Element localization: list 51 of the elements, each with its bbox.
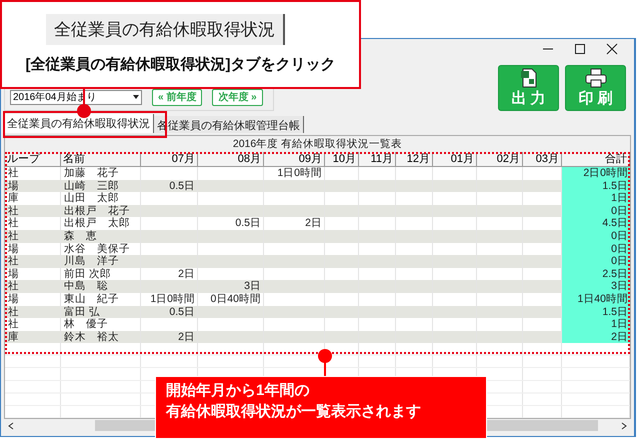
printer-icon — [584, 68, 606, 88]
table-cell: 森 恵 — [61, 230, 141, 244]
scroll-left-icon[interactable] — [7, 422, 15, 430]
table-cell: 社 — [5, 280, 61, 294]
table-cell: 庫 — [5, 330, 61, 344]
column-header[interactable]: 12月 — [396, 152, 433, 167]
column-header[interactable]: ループ — [5, 152, 61, 167]
column-header[interactable]: 01月 — [433, 152, 477, 167]
table-cell: 山崎 三郎 — [61, 180, 141, 194]
table-row[interactable]: 場 山崎 三郎 0.5日 1.5日 — [5, 180, 630, 192]
table-cell: 1日 — [562, 318, 630, 332]
table-cell: 鈴木 裕太 — [61, 330, 141, 344]
spreadsheet-file-icon — [520, 68, 538, 88]
callout-text: 有給休暇取得状況が一覧表示されます — [166, 402, 421, 421]
table-title: 2016年度 有給休暇取得状況一覧表 — [5, 136, 630, 152]
table-cell: 0.5日 — [141, 306, 198, 320]
table-cell: 1日 — [562, 192, 630, 206]
table-cell: 場 — [5, 180, 61, 194]
table-cell: 0日 — [562, 255, 630, 269]
table-cell: 2日 — [141, 330, 198, 344]
column-header[interactable]: 09月 — [264, 152, 325, 167]
table-row[interactable]: 社 富田 弘 0.5日 1.5日 — [5, 306, 630, 318]
table-row[interactable]: 社 森 恵 0日 — [5, 230, 630, 243]
table-cell: 社 — [5, 204, 61, 218]
tab-illustration: 全従業員の有給休暇取得状況 — [46, 14, 285, 45]
table-cell: 中島 聡 — [61, 280, 141, 294]
table-cell: 3日 — [562, 280, 630, 294]
table-cell: 川島 洋子 — [61, 255, 141, 269]
callout-text: [全従業員の有給休暇取得状況]タブをクリック — [26, 55, 336, 74]
table-cell: 4.5日 — [562, 217, 630, 231]
table-cell: 社 — [5, 255, 61, 269]
table-cell: 0日 — [562, 230, 630, 244]
column-header[interactable]: 名前 — [61, 152, 141, 167]
table-cell: 社 — [5, 306, 61, 320]
table-cell: 社 — [5, 230, 61, 244]
table-cell: 2日0時間 — [562, 167, 630, 181]
scroll-right-icon[interactable] — [620, 422, 628, 430]
table-cell: 3日 — [198, 280, 264, 294]
table-cell: 出根戸 花子 — [61, 204, 141, 218]
table-cell: 2日 — [562, 330, 630, 344]
table-row[interactable]: 庫 鈴木 裕太 2日 2日 — [5, 330, 630, 344]
close-icon[interactable] — [606, 43, 618, 55]
table-cell: 0.5日 — [141, 180, 198, 194]
table-cell: 富田 弘 — [61, 306, 141, 320]
table-row[interactable]: 社 出根戸 花子 0日 — [5, 204, 630, 218]
tab[interactable]: 全従業員の有給休暇取得状況 — [4, 114, 154, 133]
table-cell: 1日40時間 — [562, 292, 630, 307]
maximize-icon[interactable] — [574, 43, 586, 55]
callout-text: 開始年月から1年間の — [166, 381, 310, 400]
table-row[interactable]: 社 川島 洋子 0日 — [5, 255, 630, 268]
table-row[interactable]: 社 中島 聡 3日 3日 — [5, 280, 630, 293]
